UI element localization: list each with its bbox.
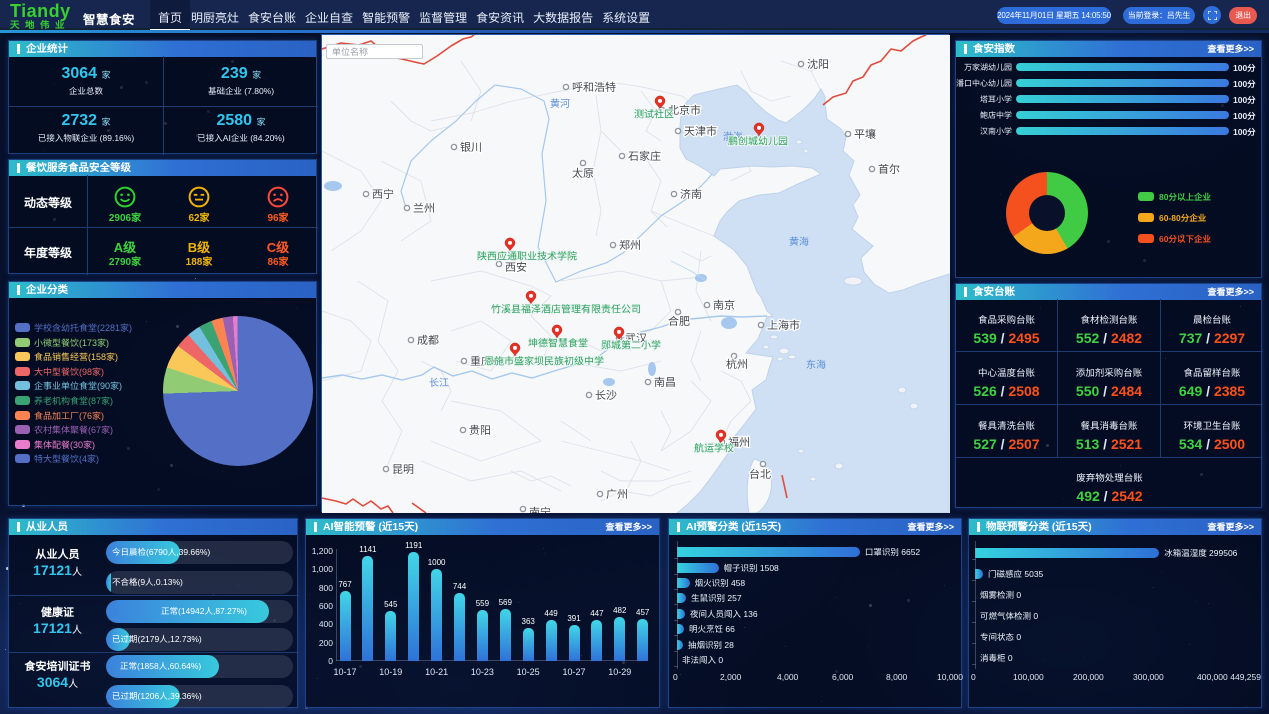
svg-text:鹏创城幼儿园: 鹏创城幼儿园 (728, 133, 788, 148)
svg-text:南昌: 南昌 (654, 374, 676, 390)
svg-text:天津市: 天津市 (684, 123, 717, 139)
svg-text:贵阳: 贵阳 (469, 422, 491, 438)
svg-text:杭州: 杭州 (726, 356, 748, 372)
svg-text:黄河: 黄河 (550, 95, 570, 110)
svg-text:合肥: 合肥 (668, 313, 690, 329)
svg-text:昆明: 昆明 (392, 461, 414, 477)
svg-text:广州: 广州 (606, 486, 628, 502)
svg-text:西宁: 西宁 (372, 186, 394, 202)
svg-text:兰州: 兰州 (413, 200, 435, 216)
svg-text:太原: 太原 (572, 165, 594, 181)
svg-text:郑州: 郑州 (619, 237, 641, 253)
svg-text:济南: 济南 (680, 186, 702, 202)
svg-text:坤德智慧食堂: 坤德智慧食堂 (528, 335, 588, 350)
svg-text:沈阳: 沈阳 (807, 56, 829, 72)
svg-text:南京: 南京 (713, 297, 735, 313)
svg-text:银川: 银川 (460, 139, 482, 155)
svg-text:航运学校: 航运学校 (694, 440, 734, 455)
svg-text:东海: 东海 (806, 356, 826, 371)
svg-text:恩施市盛家坝民族初级中学: 恩施市盛家坝民族初级中学 (484, 353, 604, 368)
svg-text:平壤: 平壤 (854, 126, 876, 142)
svg-text:成都: 成都 (417, 332, 439, 348)
svg-text:郧城第二小学: 郧城第二小学 (601, 337, 661, 352)
svg-text:石家庄: 石家庄 (628, 148, 661, 164)
svg-text:黄海: 黄海 (789, 233, 809, 248)
svg-text:台北: 台北 (749, 466, 771, 482)
svg-text:上海市: 上海市 (767, 317, 800, 333)
svg-text:南宁: 南宁 (529, 504, 551, 513)
svg-text:长江: 长江 (429, 374, 449, 389)
svg-text:陕西应通职业技术学院: 陕西应通职业技术学院 (477, 248, 577, 263)
svg-text:首尔: 首尔 (878, 161, 900, 177)
svg-text:竹溪县福泽酒店管理有限责任公司: 竹溪县福泽酒店管理有限责任公司 (491, 301, 641, 316)
svg-text:测试社区: 测试社区 (634, 106, 674, 121)
svg-text:长沙: 长沙 (595, 387, 617, 403)
svg-text:呼和浩特: 呼和浩特 (572, 79, 616, 95)
